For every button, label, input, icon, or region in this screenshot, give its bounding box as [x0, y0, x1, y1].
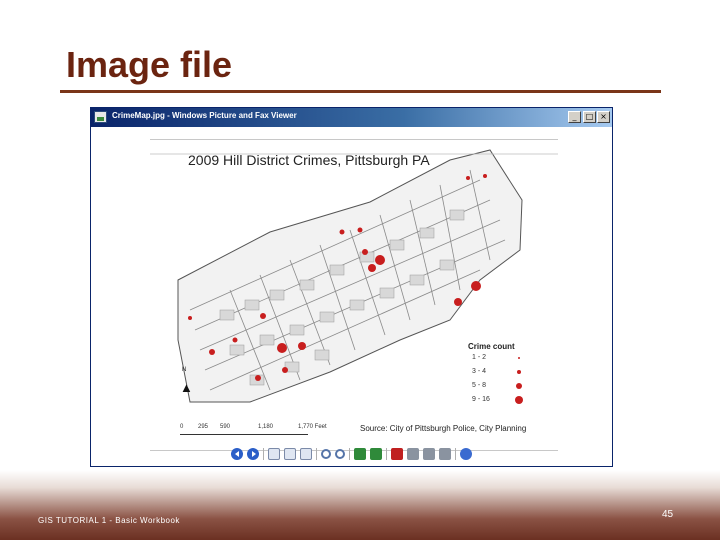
help-icon[interactable]	[460, 448, 472, 460]
scale-label: 1,770 Feet	[298, 424, 327, 430]
legend-item: 3 - 4	[460, 365, 556, 379]
edit-icon[interactable]	[439, 448, 451, 460]
north-arrow-icon: ▲	[180, 380, 193, 395]
map-source: Source: City of Pittsburgh Police, City …	[360, 424, 527, 433]
zoom-out-icon[interactable]	[335, 449, 345, 459]
rotate-counterclockwise-icon[interactable]	[370, 448, 382, 460]
picture-viewer-window: CrimeMap.jpg - Windows Picture and Fax V…	[90, 107, 613, 467]
slide-title: Image file	[66, 44, 233, 85]
crime-point	[277, 343, 287, 353]
close-button[interactable]: ×	[597, 111, 610, 123]
footer-band	[0, 470, 720, 540]
legend-label: 1 - 2	[472, 354, 487, 361]
save-icon[interactable]	[423, 448, 435, 460]
crime-point	[298, 342, 306, 350]
legend-label: 9 - 16	[472, 396, 490, 403]
crime-map-image: 2009 Hill District Crimes, Pittsburgh PA…	[150, 139, 558, 451]
crime-point	[260, 313, 266, 319]
toolbar-separator	[349, 448, 350, 460]
window-title: CrimeMap.jpg - Windows Picture and Fax V…	[112, 111, 297, 120]
crime-point	[339, 229, 345, 235]
next-image-icon[interactable]	[247, 448, 259, 460]
toolbar-separator	[455, 448, 456, 460]
scale-label: 1,180	[258, 424, 274, 430]
toolbar-separator	[263, 448, 264, 460]
scale-label: 590	[220, 424, 231, 430]
crime-point	[466, 176, 470, 180]
legend-item: 9 - 16	[460, 393, 556, 407]
north-label: N	[182, 367, 187, 373]
minimize-button[interactable]: _	[568, 111, 581, 123]
picture-viewer-app-icon[interactable]	[94, 111, 107, 123]
scale-bar: 0 295 590 1,180 1,770 Feet	[180, 424, 327, 437]
maximize-button[interactable]: □	[583, 111, 596, 123]
window-title-bar[interactable]: CrimeMap.jpg - Windows Picture and Fax V…	[91, 108, 612, 127]
delete-icon[interactable]	[391, 448, 403, 460]
rotate-clockwise-icon[interactable]	[354, 448, 366, 460]
toolbar-separator	[386, 448, 387, 460]
title-divider	[60, 90, 661, 93]
legend: Crime count 1 - 2 3 - 4 5 - 8 9 - 16	[460, 342, 556, 407]
crime-point	[357, 227, 363, 233]
image-display-area[interactable]: 2009 Hill District Crimes, Pittsburgh PA…	[93, 128, 610, 451]
zoom-in-icon[interactable]	[321, 449, 331, 459]
crime-point	[471, 281, 481, 291]
legend-dot	[516, 383, 522, 389]
legend-label: 3 - 4	[472, 368, 487, 375]
best-fit-icon[interactable]	[268, 448, 280, 460]
footer-text: GIS TUTORIAL 1 - Basic Workbook	[38, 516, 180, 525]
scale-label: 295	[198, 424, 209, 430]
viewer-toolbar	[231, 447, 472, 461]
legend-dot	[517, 370, 521, 374]
crime-point	[375, 255, 385, 265]
legend-title: Crime count	[468, 342, 515, 351]
crime-point	[188, 316, 192, 320]
crime-point	[232, 337, 238, 343]
legend-dot	[515, 396, 523, 404]
legend-item: 5 - 8	[460, 379, 556, 393]
crime-point	[362, 249, 368, 255]
actual-size-icon[interactable]	[284, 448, 296, 460]
legend-dot	[518, 357, 520, 359]
crime-point	[255, 375, 261, 381]
toolbar-separator	[316, 448, 317, 460]
print-icon[interactable]	[407, 448, 419, 460]
crime-point	[209, 349, 215, 355]
crime-point	[454, 298, 462, 306]
crime-point	[483, 174, 487, 178]
crime-point	[368, 264, 376, 272]
legend-item: 1 - 2	[460, 351, 556, 365]
scale-line	[180, 434, 308, 437]
slideshow-icon[interactable]	[300, 448, 312, 460]
scale-label: 0	[180, 424, 184, 430]
legend-label: 5 - 8	[472, 382, 487, 389]
page-number: 45	[662, 509, 674, 520]
previous-image-icon[interactable]	[231, 448, 243, 460]
map-title: 2009 Hill District Crimes, Pittsburgh PA	[188, 152, 430, 168]
crime-point	[282, 367, 288, 373]
